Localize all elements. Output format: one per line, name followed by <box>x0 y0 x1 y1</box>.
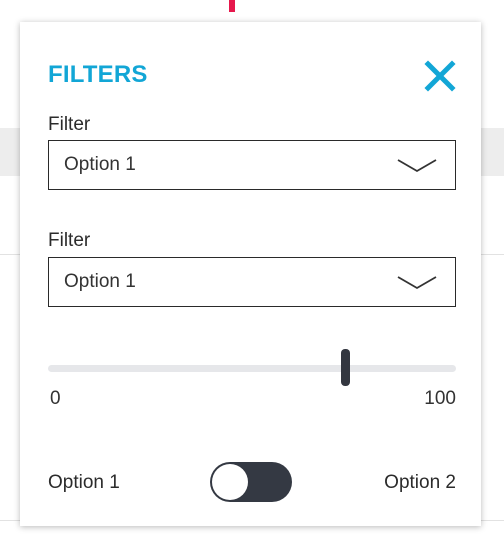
filter-select-2[interactable]: Option 1 <box>48 257 456 307</box>
chevron-down-icon <box>397 159 437 173</box>
filters-panel: FILTERS Filter Option 1 Filter Option 1 … <box>20 22 481 526</box>
option-toggle-switch[interactable] <box>210 462 292 502</box>
close-button[interactable] <box>422 58 458 94</box>
filter-select-1-value: Option 1 <box>64 154 136 175</box>
close-icon <box>424 60 456 92</box>
filter-select-2-value: Option 1 <box>64 271 136 292</box>
range-slider-max-label: 100 <box>424 388 456 409</box>
accent-marker <box>229 0 235 12</box>
filter-label-2: Filter <box>48 230 91 251</box>
toggle-knob <box>212 464 248 500</box>
chevron-down-icon <box>397 276 437 290</box>
range-slider-track[interactable] <box>48 365 456 372</box>
range-slider-min-label: 0 <box>50 388 61 409</box>
panel-title: FILTERS <box>48 61 148 88</box>
filter-label-1: Filter <box>48 114 91 135</box>
range-slider-handle[interactable] <box>341 349 351 386</box>
toggle-right-label: Option 2 <box>384 472 456 493</box>
filter-select-1[interactable]: Option 1 <box>48 140 456 190</box>
toggle-left-label: Option 1 <box>48 472 120 493</box>
